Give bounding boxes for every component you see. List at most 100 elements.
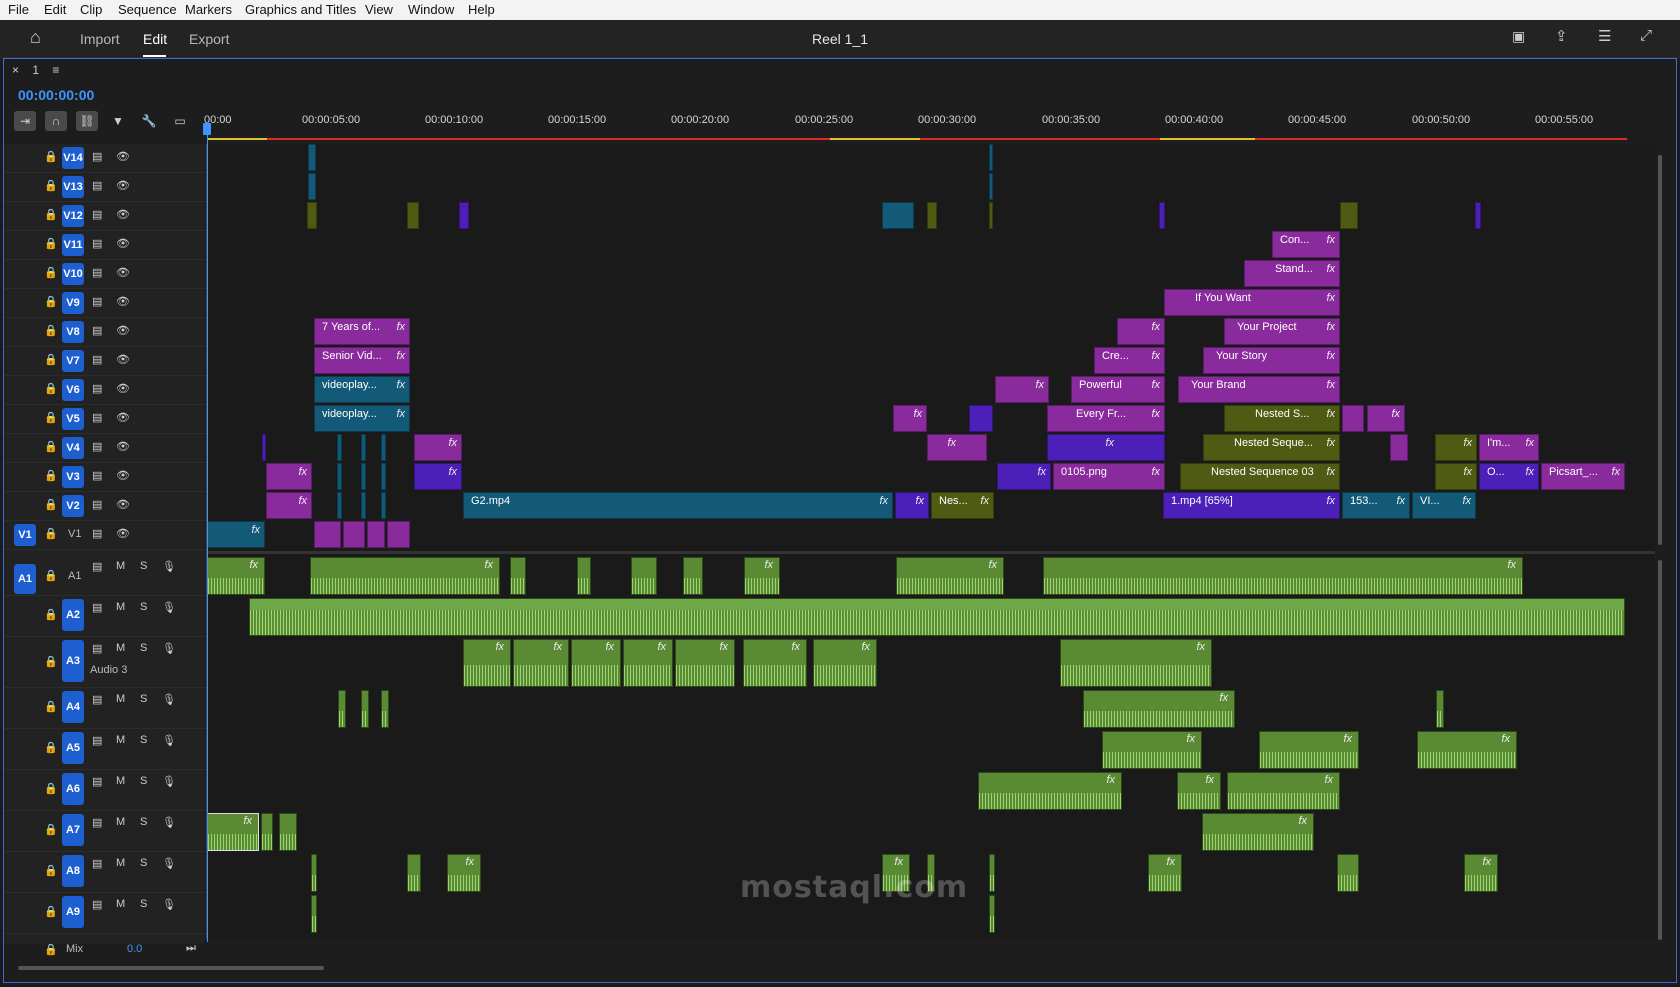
sync-lock-icon[interactable]: ▤	[92, 775, 102, 788]
lock-icon[interactable]: 🔒	[44, 150, 58, 163]
sync-lock-icon[interactable]: ▤	[92, 295, 102, 308]
audio-clip[interactable]	[577, 557, 591, 595]
sync-lock-icon[interactable]: ▤	[92, 734, 102, 747]
mute-button[interactable]: M	[116, 816, 125, 828]
mute-button[interactable]: M	[116, 775, 125, 787]
video-clip[interactable]	[337, 434, 342, 461]
mute-button[interactable]: M	[116, 898, 125, 910]
video-clip[interactable]: fx	[995, 376, 1049, 403]
audio-clip[interactable]: fx	[743, 639, 807, 687]
lock-icon[interactable]: 🔒	[44, 943, 58, 956]
video-clip[interactable]: fx	[1435, 434, 1477, 461]
insert-overwrite-icon[interactable]: ⇥	[14, 111, 36, 131]
video-clip-g2[interactable]: G2.mp4 fx	[463, 492, 893, 519]
audio-clip[interactable]	[261, 813, 273, 851]
source-patch-a1[interactable]: A1	[14, 564, 36, 594]
captions-icon[interactable]: ▭	[169, 111, 191, 131]
audio-clip-music[interactable]	[249, 598, 1625, 636]
lock-icon[interactable]: 🔒	[44, 469, 58, 482]
audio-clip[interactable]	[989, 895, 995, 933]
eye-icon[interactable]: 👁	[116, 150, 130, 163]
sync-lock-icon[interactable]: ▤	[92, 411, 102, 424]
menu-edit[interactable]: Edit	[44, 2, 66, 17]
track-label-v6[interactable]: V6	[62, 379, 84, 401]
audio-clip[interactable]: fx	[513, 639, 569, 687]
video-clip-con[interactable]: Con... fx	[1272, 231, 1340, 258]
menu-markers[interactable]: Markers	[185, 2, 232, 17]
lock-icon[interactable]: 🔒	[44, 295, 58, 308]
audio-clip[interactable]	[631, 557, 657, 595]
video-clip[interactable]	[1475, 202, 1481, 229]
video-clip[interactable]: fx	[927, 434, 987, 461]
video-clip-nested-seque[interactable]: Nested Seque... fx	[1203, 434, 1340, 461]
eye-icon[interactable]: 👁	[116, 498, 130, 511]
wrench-icon[interactable]: 🔧	[138, 111, 160, 131]
audio-clip[interactable]: fx	[447, 854, 481, 892]
audio-clip[interactable]	[381, 690, 389, 728]
audio-clip[interactable]	[311, 895, 317, 933]
lock-icon[interactable]: 🔒	[44, 324, 58, 337]
lock-icon[interactable]: 🔒	[44, 823, 58, 836]
sync-lock-icon[interactable]: ▤	[92, 527, 102, 540]
sync-lock-icon[interactable]: ▤	[92, 601, 102, 614]
lock-icon[interactable]: 🔒	[44, 905, 58, 918]
video-clip-nested-s[interactable]: Nested S... fx	[1224, 405, 1340, 432]
sync-lock-icon[interactable]: ▤	[92, 179, 102, 192]
video-clip[interactable]	[1340, 202, 1358, 229]
lock-icon[interactable]: 🔒	[44, 498, 58, 511]
eye-icon[interactable]: 👁	[116, 353, 130, 366]
track-label-a6[interactable]: A6	[62, 773, 84, 805]
video-clip[interactable]	[1159, 202, 1165, 229]
video-clip[interactable]	[1390, 434, 1408, 461]
video-clip[interactable]	[989, 202, 993, 229]
audio-clip[interactable]: fx	[1102, 731, 1202, 769]
eye-icon[interactable]: 👁	[116, 266, 130, 279]
video-clip[interactable]: fx	[414, 463, 462, 490]
track-label-a7[interactable]: A7	[62, 814, 84, 846]
video-clip-powerful[interactable]: Powerful fx	[1071, 376, 1165, 403]
video-clip[interactable]: fx	[1367, 405, 1405, 432]
sync-lock-icon[interactable]: ▤	[92, 469, 102, 482]
playhead-handle[interactable]	[203, 123, 211, 135]
video-clip-153[interactable]: 153... fx	[1342, 492, 1410, 519]
sync-lock-icon[interactable]: ▤	[92, 324, 102, 337]
lock-icon[interactable]: 🔒	[44, 527, 58, 540]
snap-icon[interactable]: ∩	[45, 111, 67, 131]
mix-volume[interactable]: 0.0	[127, 943, 142, 955]
audio-clip[interactable]: fx	[978, 772, 1122, 810]
timecode-display[interactable]: 00:00:00:00	[18, 87, 94, 103]
video-clip[interactable]	[308, 173, 316, 200]
track-label-v13[interactable]: V13	[62, 176, 84, 198]
video-clip-senior[interactable]: Senior Vid... fx	[314, 347, 410, 374]
track-label-v9[interactable]: V9	[62, 292, 84, 314]
audio-clip[interactable]	[338, 690, 346, 728]
track-label-v11[interactable]: V11	[62, 234, 84, 256]
lock-icon[interactable]: 🔒	[44, 266, 58, 279]
video-clip[interactable]	[882, 202, 914, 229]
solo-button[interactable]: S	[140, 857, 147, 869]
sync-lock-icon[interactable]: ▤	[92, 560, 102, 573]
sync-lock-icon[interactable]: ▤	[92, 816, 102, 829]
microphone-icon[interactable]: 🎙	[162, 816, 176, 829]
track-label-v8[interactable]: V8	[62, 321, 84, 343]
lock-icon[interactable]: 🔒	[44, 608, 58, 621]
track-label-a8[interactable]: A8	[62, 855, 84, 887]
audio-clip[interactable]	[311, 854, 317, 892]
audio-clip[interactable]	[407, 854, 421, 892]
audio-clip[interactable]: fx	[1259, 731, 1359, 769]
menu-sequence[interactable]: Sequence	[118, 2, 177, 17]
audio-clip[interactable]: fx	[675, 639, 735, 687]
sync-lock-icon[interactable]: ▤	[92, 382, 102, 395]
video-clip-nested-sequence-03[interactable]: Nested Sequence 03 fx	[1180, 463, 1340, 490]
video-clip-vi[interactable]: VI... fx	[1412, 492, 1476, 519]
mute-button[interactable]: M	[116, 693, 125, 705]
lock-icon[interactable]: 🔒	[44, 741, 58, 754]
menu-clip[interactable]: Clip	[80, 2, 102, 17]
sync-lock-icon[interactable]: ▤	[92, 208, 102, 221]
track-label-v7[interactable]: V7	[62, 350, 84, 372]
audio-clip[interactable]: fx	[1227, 772, 1340, 810]
solo-button[interactable]: S	[140, 734, 147, 746]
audio-clip[interactable]: fx	[896, 557, 1004, 595]
lock-icon[interactable]: 🔒	[44, 782, 58, 795]
video-clip[interactable]	[459, 202, 469, 229]
